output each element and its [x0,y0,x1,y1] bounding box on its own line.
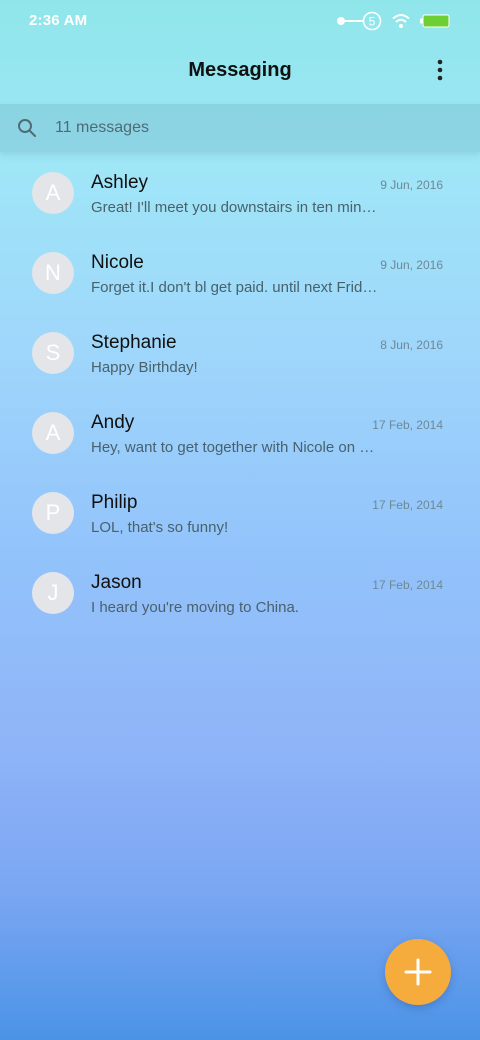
wifi-icon [392,14,410,28]
message-thread[interactable]: P Philip 17 Feb, 2014 LOL, that's so fun… [0,474,480,554]
message-snippet: Hey, want to get together with Nicole on… [91,439,375,456]
key-icon: 5 [337,11,382,31]
search-bar[interactable]: 11 messages [0,104,480,152]
battery-icon [420,14,450,28]
avatar: A [32,412,74,454]
thread-date: 8 Jun, 2016 [380,338,443,352]
avatar: J [32,572,74,614]
message-snippet: Forget it.I don't bl get paid. until nex… [91,279,378,296]
avatar: N [32,252,74,294]
thread-date: 17 Feb, 2014 [372,418,443,432]
app-bar: Messaging [0,42,480,102]
thread-date: 17 Feb, 2014 [372,498,443,512]
contact-name: Philip [91,492,138,513]
message-thread[interactable]: A Ashley 9 Jun, 2016 Great! I'll meet yo… [0,154,480,234]
contact-name: Ashley [91,172,149,193]
message-thread[interactable]: S Stephanie 8 Jun, 2016 Happy Birthday! [0,314,480,394]
thread-date: 9 Jun, 2016 [380,258,443,272]
contact-name: Nicole [91,252,144,273]
avatar: A [32,172,74,214]
search-placeholder: 11 messages [55,119,149,136]
message-snippet: Great! I'll meet you downstairs in ten m… [91,199,377,216]
thread-date: 9 Jun, 2016 [380,178,443,192]
avatar: P [32,492,74,534]
page-title: Messaging [188,59,292,81]
contact-name: Jason [91,572,142,593]
message-snippet: Happy Birthday! [91,359,198,376]
contact-name: Stephanie [91,332,177,353]
message-thread[interactable]: N Nicole 9 Jun, 2016 Forget it.I don't b… [0,234,480,314]
key-badge: 5 [369,15,376,29]
plus-icon [404,958,432,986]
status-bar: 2:36 AM 5 [0,0,480,42]
thread-date: 17 Feb, 2014 [372,578,443,592]
avatar: S [32,332,74,374]
overflow-menu-button[interactable] [426,56,454,84]
message-list: A Ashley 9 Jun, 2016 Great! I'll meet yo… [0,154,480,634]
status-icons: 5 [336,10,450,32]
message-thread[interactable]: J Jason 17 Feb, 2014 I heard you're movi… [0,554,480,634]
more-vert-icon [437,59,443,81]
message-snippet: I heard you're moving to China. [91,599,299,616]
status-time: 2:36 AM [29,12,88,29]
message-snippet: LOL, that's so funny! [91,519,229,536]
contact-name: Andy [91,412,135,433]
new-message-button[interactable] [385,939,451,1005]
message-thread[interactable]: A Andy 17 Feb, 2014 Hey, want to get tog… [0,394,480,474]
search-icon [18,119,36,137]
